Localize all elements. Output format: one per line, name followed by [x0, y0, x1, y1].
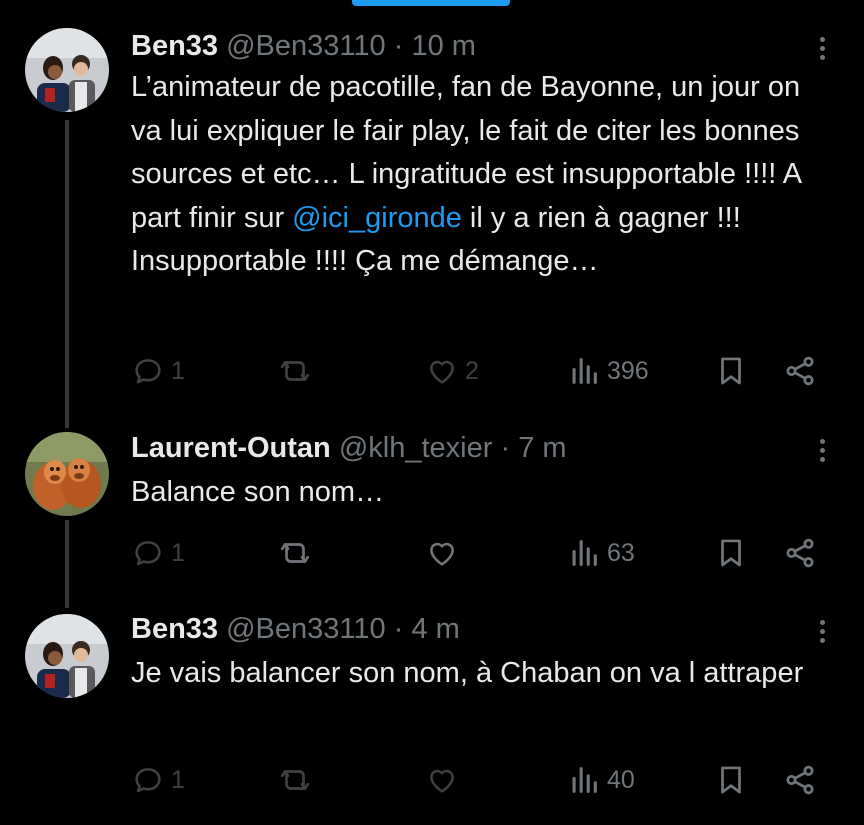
bookmark-button[interactable]	[714, 351, 748, 391]
author-handle[interactable]: @Ben33110	[226, 30, 386, 62]
timestamp[interactable]: 7 m	[518, 432, 566, 464]
views-chart-icon	[572, 358, 597, 384]
timestamp[interactable]: 10 m	[411, 30, 475, 62]
share-button[interactable]	[783, 760, 817, 800]
share-button[interactable]	[783, 533, 817, 573]
reply-count: 1	[171, 765, 185, 794]
mention-link[interactable]: @ici_gironde	[292, 202, 462, 234]
action-bar: 1 40	[131, 760, 821, 800]
reply-icon	[135, 541, 161, 566]
tweet-text: Balance son nom…	[131, 471, 831, 515]
like-button[interactable]	[425, 760, 465, 800]
tweet-text-part: Je vais balancer son nom, à Chaban on va…	[131, 657, 804, 689]
tweet-text: L’animateur de pacotille, fan de Bayonne…	[131, 66, 831, 284]
reply-button[interactable]: 1	[131, 351, 185, 391]
reply-icon	[135, 359, 161, 384]
like-button[interactable]	[425, 533, 465, 573]
bookmark-icon	[721, 539, 741, 567]
avatar-photo-icon	[25, 614, 109, 698]
thread-line	[65, 520, 69, 608]
retweet-button[interactable]	[278, 760, 318, 800]
tweet-text: Je vais balancer son nom, à Chaban on va…	[131, 652, 811, 696]
scroll-indicator	[352, 0, 510, 6]
reply-button[interactable]: 1	[131, 533, 185, 573]
reply-count: 1	[171, 538, 185, 567]
views-count: 40	[607, 765, 635, 794]
avatar-photo-icon	[25, 28, 109, 112]
like-count: 2	[465, 356, 479, 385]
bookmark-button[interactable]	[714, 533, 748, 573]
separator: ·	[500, 432, 511, 464]
reply-button[interactable]: 1	[131, 760, 185, 800]
share-icon	[786, 356, 814, 386]
tweet-header: Ben33 @Ben33110 · 4 m	[131, 611, 460, 647]
avatar-photo-icon	[25, 432, 109, 516]
author-name[interactable]: Laurent-Outan	[131, 432, 331, 464]
more-options-icon[interactable]	[808, 434, 836, 466]
retweet-icon	[280, 770, 310, 790]
retweet-button[interactable]	[278, 351, 318, 391]
bookmark-button[interactable]	[714, 760, 748, 800]
views-button[interactable]: 40	[567, 760, 635, 800]
like-button[interactable]: 2	[425, 351, 479, 391]
action-bar: 1 2 396	[131, 351, 821, 391]
views-button[interactable]: 63	[567, 533, 635, 573]
tweet-text-part: Balance son nom…	[131, 476, 385, 508]
separator: ·	[393, 30, 404, 62]
share-icon	[786, 765, 814, 795]
heart-icon	[430, 360, 454, 384]
views-button[interactable]: 396	[567, 351, 649, 391]
bookmark-icon	[721, 357, 741, 385]
more-options-icon[interactable]	[808, 32, 836, 64]
share-button[interactable]	[783, 351, 817, 391]
avatar[interactable]	[25, 28, 109, 112]
thread-line	[65, 120, 69, 428]
tweet-header: Laurent-Outan @klh_texier · 7 m	[131, 430, 567, 466]
views-count: 63	[607, 538, 635, 567]
avatar[interactable]	[25, 614, 109, 698]
author-name[interactable]: Ben33	[131, 30, 218, 62]
views-chart-icon	[572, 540, 597, 566]
author-handle[interactable]: @Ben33110	[226, 613, 386, 645]
reply-count: 1	[171, 356, 185, 385]
separator: ·	[393, 613, 404, 645]
action-bar: 1 63	[131, 533, 821, 573]
heart-icon	[430, 542, 454, 566]
bookmark-icon	[721, 766, 741, 794]
retweet-icon	[280, 361, 310, 381]
reply-icon	[135, 768, 161, 793]
more-options-icon[interactable]	[808, 615, 836, 647]
views-count: 396	[607, 356, 649, 385]
retweet-icon	[280, 543, 310, 563]
timestamp[interactable]: 4 m	[411, 613, 459, 645]
retweet-button[interactable]	[278, 533, 318, 573]
avatar[interactable]	[25, 432, 109, 516]
views-chart-icon	[572, 767, 597, 793]
author-name[interactable]: Ben33	[131, 613, 218, 645]
author-handle[interactable]: @klh_texier	[339, 432, 493, 464]
share-icon	[786, 538, 814, 568]
heart-icon	[430, 769, 454, 793]
tweet-header: Ben33 @Ben33110 · 10 m	[131, 28, 476, 64]
